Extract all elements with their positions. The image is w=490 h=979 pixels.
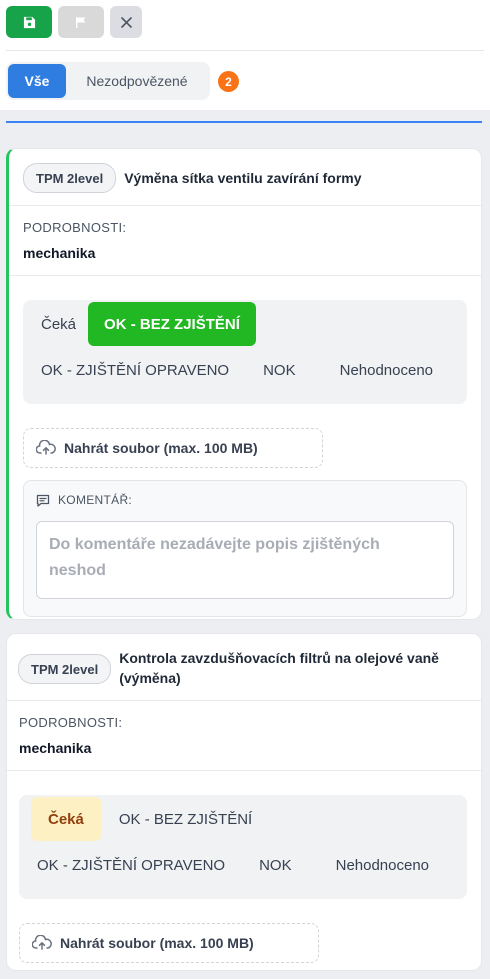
status-option-nok[interactable]: NOK [253,843,298,887]
level-badge: TPM 2level [18,654,112,684]
card-header: TPM 2level Výměna sítka ventilu zavírání… [9,149,481,206]
tab-unanswered[interactable]: Nezodpovězené [66,64,208,98]
comment-section: KOMENTÁŘ: [23,480,467,617]
unanswered-count-badge: 2 [218,71,239,92]
cloud-upload-icon [36,440,56,455]
tab-all[interactable]: Vše [8,64,66,98]
details-label: PODROBNOSTI: [23,220,127,235]
status-option-nok[interactable]: NOK [257,348,302,392]
upload-button[interactable]: Nahrát soubor (max. 100 MB) [19,923,319,963]
card-title: Kontrola zavzdušňovacích filtrů na olejo… [119,650,439,686]
comment-label: KOMENTÁŘ: [58,493,133,507]
flag-button[interactable] [58,6,104,38]
toolbar [6,6,142,38]
details-value: mechanika [19,740,92,756]
comment-icon [36,494,50,507]
card-header: TPM 2level Kontrola zavzdušňovacích filt… [7,634,481,701]
status-option-ok-fixed[interactable]: OK - ZJIŠTĚNÍ OPRAVENO [31,843,231,887]
status-option-ok-no-findings[interactable]: OK - BEZ ZJIŠTĚNÍ [88,302,256,346]
checklist-card: TPM 2level Kontrola zavzdušňovacích filt… [6,633,482,971]
close-button[interactable] [110,6,142,38]
details-value: mechanika [23,245,96,261]
comment-input[interactable] [36,521,454,599]
upload-label: Nahrát soubor (max. 100 MB) [60,935,254,951]
flag-icon [76,16,86,28]
save-icon [23,16,35,28]
card-title: Výměna sítka ventilu zavírání formy [124,170,362,186]
save-button[interactable] [6,6,52,38]
status-option-not-rated[interactable]: Nehodnoceno [334,348,439,392]
status-option-waiting[interactable]: Čeká [35,302,82,346]
cloud-upload-icon [32,935,52,950]
status-option-not-rated[interactable]: Nehodnoceno [330,843,435,887]
status-selector: Čeká OK - BEZ ZJIŠTĚNÍ OK - ZJIŠTĚNÍ OPR… [23,300,467,404]
upload-button[interactable]: Nahrát soubor (max. 100 MB) [23,428,323,468]
comment-header: KOMENTÁŘ: [36,493,454,507]
status-option-waiting[interactable]: Čeká [31,797,101,841]
level-badge: TPM 2level [23,163,117,193]
status-option-ok-fixed[interactable]: OK - ZJIŠTĚNÍ OPRAVENO [35,348,235,392]
status-selector: Čeká OK - BEZ ZJIŠTĚNÍ OK - ZJIŠTĚNÍ OPR… [19,795,467,899]
progress-line [6,121,482,123]
details-section: PODROBNOSTI: mechanika [7,701,481,771]
status-option-ok-no-findings[interactable]: OK - BEZ ZJIŠTĚNÍ [113,797,258,841]
checklist-card: TPM 2level Výměna sítka ventilu zavírání… [6,148,482,620]
close-icon [120,16,132,28]
toolbar-divider [6,50,484,51]
details-label: PODROBNOSTI: [19,715,123,730]
details-section: PODROBNOSTI: mechanika [9,206,481,276]
filter-tabs: Vše Nezodpovězené [6,62,210,100]
upload-label: Nahrát soubor (max. 100 MB) [64,440,258,456]
